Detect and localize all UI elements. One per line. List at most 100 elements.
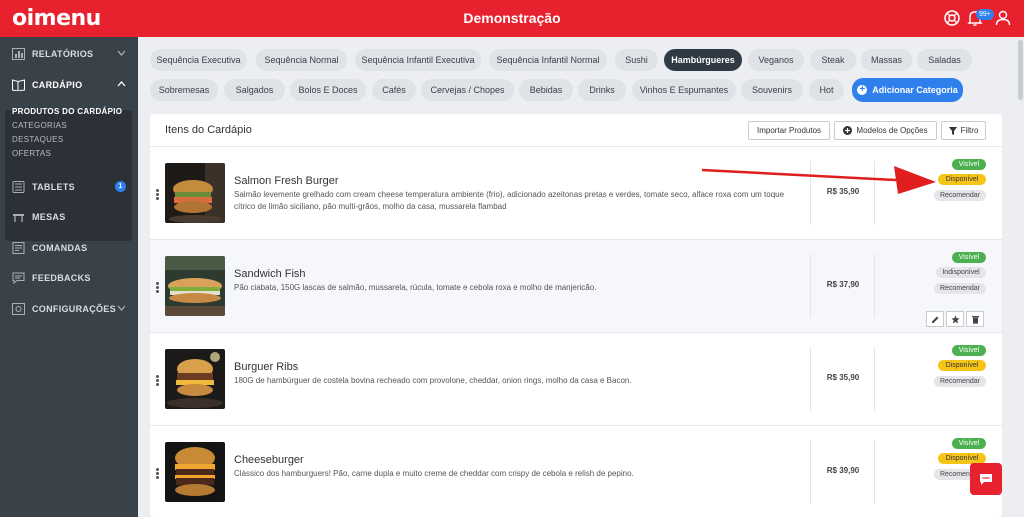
category-chip[interactable]: Steak [810, 49, 856, 71]
item-photo [165, 442, 225, 502]
category-chip[interactable]: Cafés [372, 79, 416, 101]
category-chip[interactable]: Sequência Normal [256, 49, 347, 71]
sidebar-item-label: CONFIGURAÇÕES [32, 304, 116, 314]
filter-label: Filtro [960, 126, 979, 135]
sidebar-item-label: RELATÓRIOS [32, 49, 94, 59]
panel-title: Itens do Cardápio [165, 124, 252, 136]
add-category-button[interactable]: + Adicionar Categoria [852, 78, 963, 102]
item-name: Salmon Fresh Burger [234, 175, 339, 187]
feedback-icon [12, 272, 25, 284]
tablets-count-badge: 1 [115, 181, 126, 192]
category-chip[interactable]: Cervejas / Chopes [421, 79, 514, 101]
visibility-badge[interactable]: Visível [952, 438, 986, 449]
sidebar-item-label: MESAS [32, 212, 66, 222]
chevron-up-icon [117, 81, 126, 87]
item-name: Cheeseburger [234, 454, 304, 466]
divider [810, 254, 811, 318]
chat-button[interactable] [970, 463, 1002, 495]
recommend-button[interactable]: Recomendar [934, 190, 986, 201]
app-logo[interactable]: oimenu [12, 6, 101, 31]
plus-icon: + [857, 85, 868, 95]
category-chip[interactable]: Massas [861, 49, 912, 71]
annotation-arrow-icon [701, 166, 936, 194]
delete-button[interactable] [966, 311, 984, 327]
import-products-button[interactable]: Importar Produtos [748, 121, 830, 140]
category-chip[interactable]: Vinhos E Espumantes [632, 79, 736, 101]
category-chip[interactable]: Bolos E Doces [290, 79, 366, 101]
settings-icon [12, 303, 25, 315]
item-price: R$ 39,90 [826, 466, 860, 475]
page-title: Demonstração [463, 10, 561, 26]
category-chip[interactable]: Bebidas [519, 79, 573, 101]
drag-handle-icon[interactable] [156, 375, 159, 387]
chat-icon [980, 473, 992, 485]
pencil-icon [931, 316, 938, 323]
menu-item-row[interactable]: Cheeseburger Clássico dos hamburguers! P… [150, 426, 1002, 517]
availability-badge[interactable]: Indisponível [936, 267, 986, 278]
visibility-badge[interactable]: Visível [952, 345, 986, 356]
sidebar-item-comandas[interactable]: COMANDAS [0, 233, 138, 263]
option-models-button[interactable]: Modelos de Opções [834, 121, 937, 140]
divider [810, 440, 811, 504]
divider [874, 440, 875, 504]
menu-book-icon [12, 79, 25, 91]
filter-button[interactable]: Filtro [941, 121, 986, 140]
menu-item-row[interactable]: Burguer Ribs 180G de hambúrguer de coste… [150, 333, 1002, 426]
recommend-button[interactable]: Recomendar [934, 376, 986, 387]
sidebar-item-mesas[interactable]: MESAS [0, 202, 138, 232]
item-name: Sandwich Fish [234, 268, 306, 280]
category-chip-active[interactable]: Hambúrgueres [664, 49, 742, 71]
availability-badge[interactable]: Disponível [938, 174, 986, 185]
scrollbar[interactable] [1018, 37, 1024, 517]
drag-handle-icon[interactable] [156, 468, 159, 480]
item-photo [165, 256, 225, 316]
sidebar-item-label: CARDÁPIO [32, 80, 83, 90]
category-chip[interactable]: Veganos [748, 49, 804, 71]
trash-icon [971, 315, 979, 324]
divider [874, 347, 875, 411]
tablet-icon [12, 181, 25, 193]
item-description: 180G de hambúrguer de costela bovina rec… [234, 376, 632, 385]
sidebar-item-cardapio[interactable]: CARDÁPIO [0, 70, 138, 100]
category-chip[interactable]: Drinks [578, 79, 626, 101]
user-icon[interactable] [994, 9, 1012, 27]
sidebar-item-relatorios[interactable]: RELATÓRIOS [0, 39, 138, 69]
add-category-label: Adicionar Categoria [872, 85, 958, 95]
drag-handle-icon[interactable] [156, 282, 159, 294]
item-description: Clássico dos hamburguers! Pão, carne dup… [234, 469, 634, 478]
category-chip[interactable]: Sequência Executiva [150, 49, 247, 71]
drag-handle-icon[interactable] [156, 189, 159, 201]
receipt-icon [12, 242, 25, 254]
category-chip[interactable]: Hot [809, 79, 844, 101]
sidebar-item-label: FEEDBACKS [32, 273, 91, 283]
visibility-badge[interactable]: Visível [952, 159, 986, 170]
category-chip[interactable]: Sushi [615, 49, 658, 71]
availability-badge[interactable]: Disponível [938, 360, 986, 371]
chart-icon [12, 48, 25, 60]
sidebar-item-tablets[interactable]: TABLETS 1 [0, 172, 138, 202]
category-chip[interactable]: Souvenirs [741, 79, 803, 101]
sidebar-item-feedbacks[interactable]: FEEDBACKS [0, 263, 138, 293]
sidebar-sub-ofertas[interactable]: OFERTAS [12, 149, 51, 158]
item-price: R$ 37,90 [826, 280, 860, 289]
category-chip[interactable]: Sobremesas [150, 79, 218, 101]
edit-button[interactable] [926, 311, 944, 327]
sidebar-item-configuracoes[interactable]: CONFIGURAÇÕES [0, 294, 138, 324]
menu-item-row[interactable]: Sandwich Fish Pão ciabata, 150G lascas d… [150, 240, 1002, 333]
sidebar-sub-produtos[interactable]: PRODUTOS DO CARDÁPIO [12, 107, 122, 116]
visibility-badge[interactable]: Visível [952, 252, 986, 263]
sidebar-sub-destaques[interactable]: DESTAQUES [12, 135, 63, 144]
category-chip[interactable]: Sequência Infantil Executiva [355, 49, 481, 71]
sidebar-sub-categorias[interactable]: CATEGORIAS [12, 121, 67, 130]
recommend-button[interactable]: Recomendar [934, 283, 986, 294]
top-bar: oimenu Demonstração 99+ [0, 0, 1024, 37]
chevron-down-icon [117, 305, 126, 311]
chevron-down-icon [117, 50, 126, 56]
category-chip[interactable]: Salgados [224, 79, 285, 101]
divider [810, 347, 811, 411]
category-chip[interactable]: Sequência Infantil Normal [489, 49, 607, 71]
support-icon[interactable] [943, 9, 961, 27]
category-chip[interactable]: Saladas [917, 49, 972, 71]
plus-circle-icon [843, 126, 853, 135]
highlight-button[interactable] [946, 311, 964, 327]
